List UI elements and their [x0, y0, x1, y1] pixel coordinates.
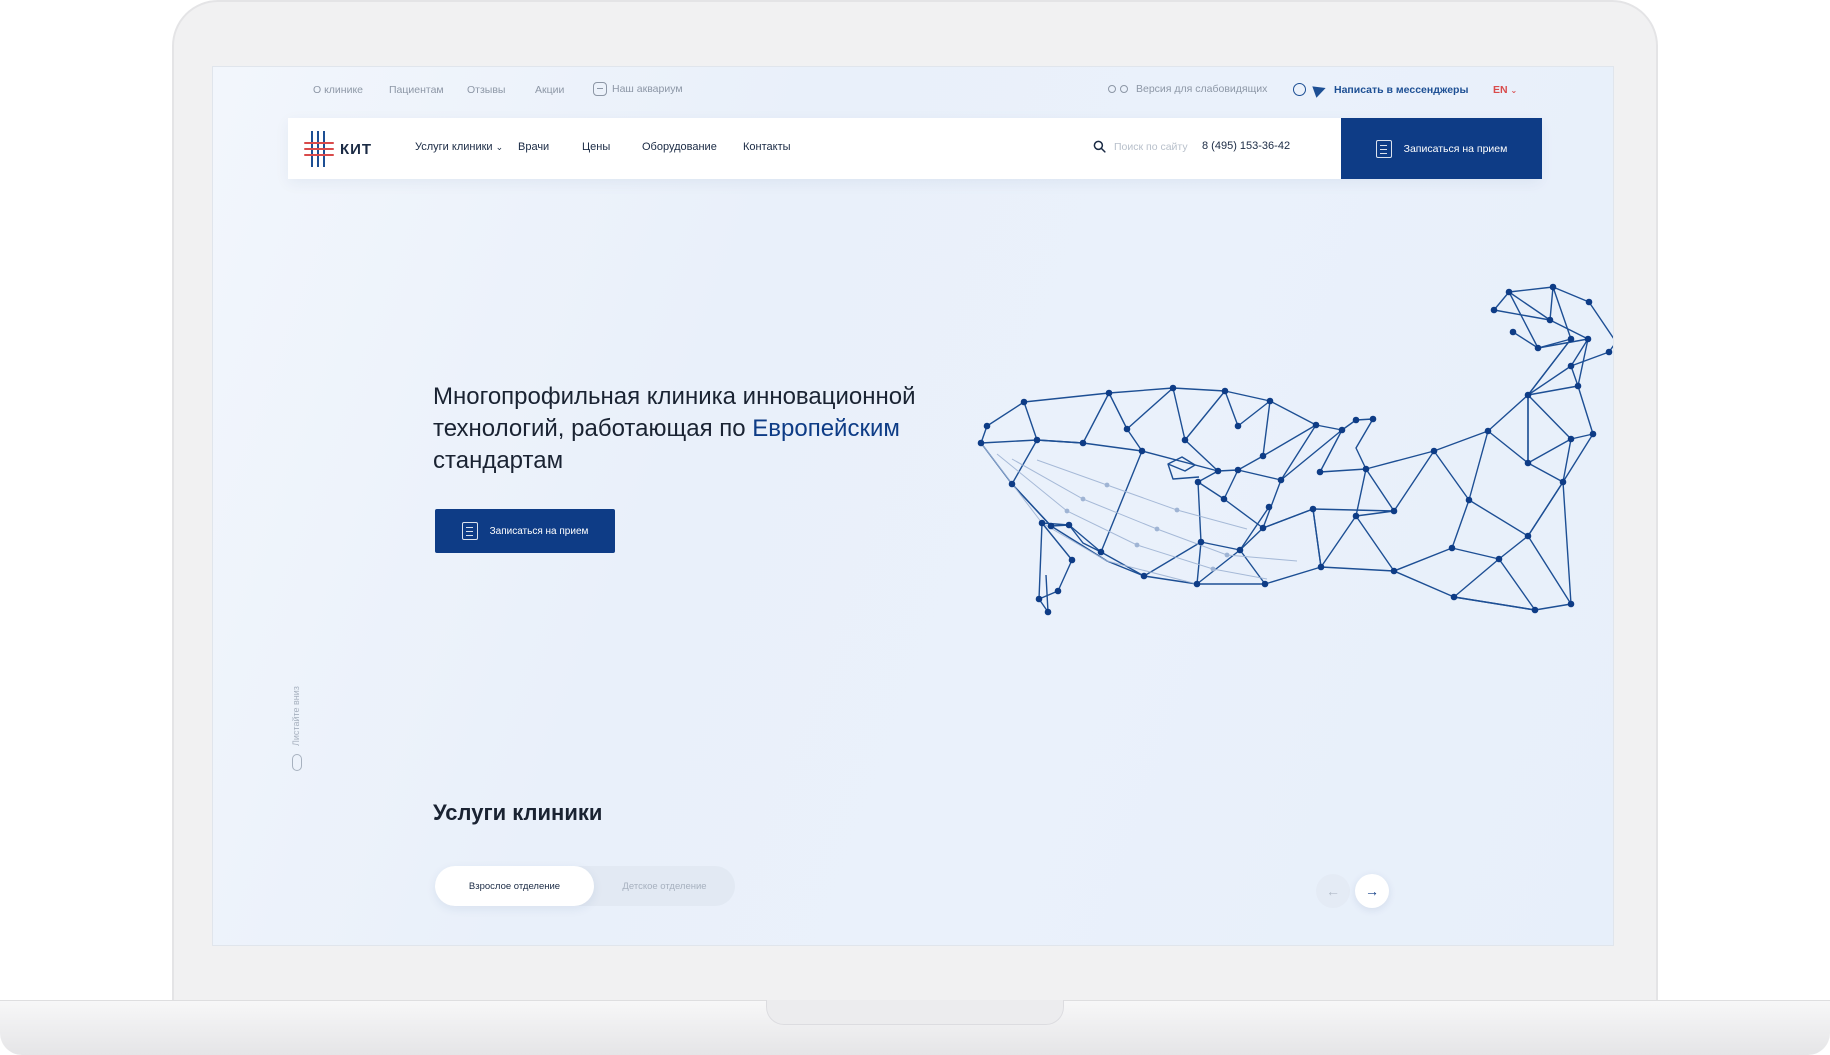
- hero-title-accent: Европейским: [752, 415, 900, 442]
- chevron-down-icon: ⌄: [1510, 86, 1518, 95]
- search-input[interactable]: [1114, 138, 1198, 156]
- aquarium-label: Наш аквариум: [612, 83, 683, 95]
- logo[interactable]: КИТ: [304, 130, 384, 168]
- top-utility-bar: О клинике Пациентам Отзывы Акции Наш акв…: [213, 67, 1613, 117]
- language-switcher[interactable]: EN ⌄: [1493, 84, 1517, 96]
- hero-appointment-button[interactable]: Записаться на прием: [435, 509, 615, 553]
- tab-adults[interactable]: Взрослое отделение: [435, 866, 594, 906]
- nav-equipment[interactable]: Оборудование: [642, 141, 717, 153]
- scroll-hint-text: Листайте вниз: [291, 686, 301, 746]
- nav-contacts[interactable]: Контакты: [743, 141, 791, 153]
- logo-text: КИТ: [340, 140, 373, 158]
- top-link-patients[interactable]: Пациентам: [389, 84, 444, 96]
- telegram-icon[interactable]: [1312, 81, 1328, 98]
- messenger-group: Написать в мессенджеры: [1293, 81, 1468, 98]
- nav-prices[interactable]: Цены: [582, 141, 610, 153]
- scroll-hint: Листайте вниз: [289, 672, 309, 772]
- language-label: EN: [1493, 84, 1508, 96]
- whatsapp-icon[interactable]: [1293, 83, 1306, 96]
- laptop-notch: [766, 1000, 1064, 1025]
- hero-title: Многопрофильная клиника инновационной те…: [433, 381, 953, 477]
- top-link-promotions[interactable]: Акции: [535, 84, 564, 96]
- search-icon[interactable]: [1093, 140, 1106, 153]
- main-header: КИТ Услуги клиники ⌄ Врачи Цены Оборудов…: [288, 118, 1542, 179]
- laptop-mockup: О клинике Пациентам Отзывы Акции Наш акв…: [0, 0, 1830, 1055]
- top-link-aquarium[interactable]: Наш аквариум: [593, 82, 683, 96]
- nav-doctors[interactable]: Врачи: [518, 141, 549, 153]
- hero-appointment-label: Записаться на прием: [489, 525, 589, 537]
- hero-title-part2: стандартам: [433, 447, 564, 474]
- chevron-down-icon: ⌄: [495, 142, 504, 152]
- document-icon: [1375, 139, 1392, 158]
- nav-services-label: Услуги клиники: [415, 141, 493, 153]
- glasses-icon: [1108, 84, 1130, 94]
- document-icon: [461, 522, 478, 540]
- department-tabs: Детское отделение Взрослое отделение: [435, 866, 735, 906]
- top-link-reviews[interactable]: Отзывы: [467, 84, 505, 96]
- logo-mark-icon: [304, 131, 334, 167]
- messenger-link[interactable]: Написать в мессенджеры: [1334, 84, 1468, 96]
- phone-number[interactable]: 8 (495) 153-36-42: [1202, 140, 1290, 152]
- tab-children[interactable]: Детское отделение: [594, 866, 735, 906]
- vision-impaired-link[interactable]: Версия для слабовидящих: [1108, 83, 1267, 95]
- mouse-icon: [292, 754, 302, 771]
- header-appointment-label: Записаться на прием: [1403, 142, 1508, 155]
- whale-illustration: [977, 283, 1613, 616]
- prev-arrow-button[interactable]: ←: [1316, 874, 1350, 908]
- header-appointment-button[interactable]: Записаться на прием: [1341, 118, 1542, 179]
- top-link-about[interactable]: О клинике: [313, 84, 363, 96]
- website-screen: О клинике Пациентам Отзывы Акции Наш акв…: [212, 66, 1614, 946]
- nav-services[interactable]: Услуги клиники ⌄: [415, 141, 503, 153]
- services-title: Услуги клиники: [433, 800, 603, 825]
- next-arrow-button[interactable]: →: [1355, 874, 1389, 908]
- aquarium-icon: [593, 82, 607, 96]
- vision-label: Версия для слабовидящих: [1136, 83, 1268, 95]
